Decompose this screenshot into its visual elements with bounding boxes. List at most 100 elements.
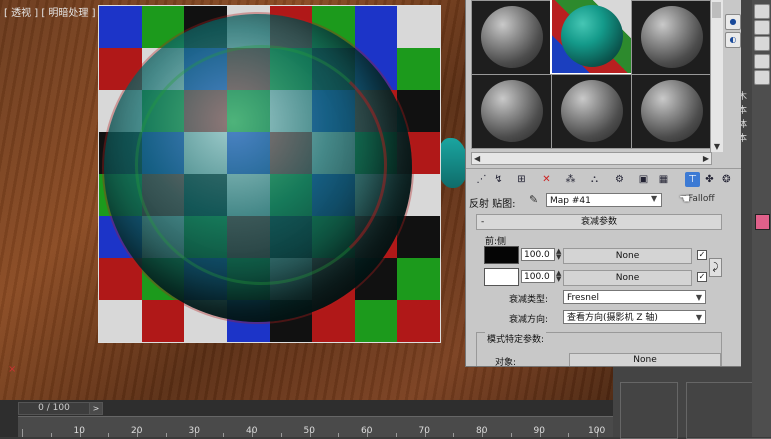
sample-type-icon[interactable]: ● [725, 14, 741, 30]
sphere-icon[interactable] [754, 4, 770, 19]
checker-cell [397, 216, 440, 258]
material-id-icon[interactable]: ▣ [636, 172, 651, 187]
side-color-swatch[interactable] [484, 268, 519, 286]
show-map-icon[interactable]: ▦ [656, 172, 671, 187]
front-amount-spinner[interactable]: 100.0 [521, 248, 555, 261]
mode-group-label: 模式特定参数: [485, 332, 547, 345]
put-to-library-icon[interactable]: ⚙ [612, 172, 627, 187]
map-channel-label: 反射 贴图: [469, 199, 516, 210]
slots-horizontal-scrollbar[interactable]: ◀ ▶ [471, 152, 712, 165]
reset-map-icon[interactable]: ✕ [539, 172, 554, 187]
rendered-sphere [104, 14, 412, 322]
show-end-result-icon[interactable]: ⊤ [685, 172, 700, 187]
checker-background-icon[interactable] [754, 36, 770, 51]
go-to-parent-icon[interactable]: ✤ [702, 172, 717, 187]
checker-cell [397, 300, 440, 342]
go-forward-icon[interactable]: ❂ [719, 172, 734, 187]
side-amount-spinner[interactable]: 100.0 [521, 270, 555, 283]
material-preview-sphere [641, 6, 703, 68]
spinner-arrows-icon[interactable]: ▲ ▼ [556, 248, 561, 261]
command-panel-box [620, 382, 678, 439]
ruler-label: 20 [131, 426, 143, 436]
swap-colors-icon[interactable]: ⤸ [709, 258, 722, 277]
front-map-button[interactable]: None [563, 248, 692, 264]
checker-cell [397, 258, 440, 300]
ruler-label: 30 [188, 426, 200, 436]
material-preview-sphere [561, 5, 623, 67]
falloff-direction-label: 衰减方向: [509, 315, 549, 325]
map-name-field[interactable]: Map #41 [546, 193, 662, 207]
backlight-icon[interactable]: ◐ [725, 32, 741, 48]
side-map-button[interactable]: None [563, 270, 692, 286]
axis-gizmo-icon: × [8, 364, 17, 375]
scroll-right-icon[interactable]: ▶ [703, 153, 709, 164]
spinner-arrows-icon[interactable]: ▲ ▼ [556, 270, 561, 283]
ruler-tick [280, 433, 282, 437]
viewport-label[interactable]: [ 透视 ] [ 明暗处理 ] [4, 4, 96, 19]
next-frame-button[interactable]: > [89, 402, 103, 415]
mode-object-button[interactable]: None [569, 353, 721, 366]
material-side-toolbar: ● ◐ [724, 0, 741, 170]
front-color-swatch[interactable] [484, 246, 519, 264]
checker-cell [397, 48, 440, 90]
falloff-parameters-rollout: - 衰减参数 前:侧 100.0 ▲ ▼ None ✓ 100.0 ▲ ▼ None… [471, 212, 725, 366]
ruler-tick [510, 433, 512, 437]
material-slot[interactable] [471, 0, 552, 75]
material-slot[interactable] [631, 74, 712, 149]
ruler-label: 40 [246, 426, 258, 436]
material-toolbar: ⋰ ↯ ⊞ ✕ ⁂ ⛬ ⚙ ▣ ▦ ⊤ ✤ ❂ [466, 168, 741, 191]
material-slot[interactable] [551, 74, 632, 149]
eyedropper-icon[interactable]: ✎ [529, 193, 538, 206]
checker-cell [397, 6, 440, 48]
make-unique-icon[interactable]: ⛬ [587, 172, 602, 187]
ruler-label: 80 [476, 426, 488, 436]
scene-object[interactable] [438, 138, 468, 188]
slots-vertical-scrollbar[interactable]: ▼ [710, 0, 723, 152]
ruler-tick [108, 433, 110, 437]
sample-slots: ▼ ◀ ▶ [466, 0, 741, 165]
make-copy-icon[interactable]: ⁂ [563, 172, 578, 187]
video-color-check-icon[interactable] [754, 70, 770, 85]
front-map-checkbox[interactable]: ✓ [697, 250, 707, 260]
frame-counter[interactable]: 0 / 100 [18, 402, 90, 415]
material-editor: ▼ ◀ ▶ ⋰ ↯ ⊞ ✕ ⁂ ⛬ ⚙ ▣ ▦ ⊤ ✤ ❂ 反射 贴图: ✎ M… [465, 0, 741, 367]
falloff-direction-select[interactable]: 查看方向(摄影机 Z 轴) ▼ [563, 310, 706, 324]
sample-type-icon[interactable] [754, 20, 770, 35]
material-preview-sphere [481, 6, 543, 68]
rollout-header[interactable]: - 衰减参数 [476, 214, 722, 230]
ruler-tick [338, 433, 340, 437]
scroll-down-icon[interactable]: ▼ [712, 142, 722, 152]
material-preview-sphere [481, 80, 543, 142]
material-slot-active[interactable] [550, 0, 633, 75]
put-to-scene-icon[interactable]: ↯ [491, 172, 506, 187]
ruler-tick [453, 433, 455, 437]
material-preview-sphere [641, 80, 703, 142]
ruler-label: 60 [361, 426, 373, 436]
ruler-label: 90 [533, 426, 545, 436]
ruler-tick [223, 433, 225, 437]
material-slot[interactable] [471, 74, 552, 149]
timeline[interactable]: 0 / 100 > 10 20 30 40 50 60 70 80 90 100 [0, 400, 613, 437]
ruler-tick [395, 433, 397, 437]
mode-specific-group: 模式特定参数: 对象: None [476, 332, 722, 366]
rollout-title: 衰减参数 [580, 217, 617, 227]
side-map-checkbox[interactable]: ✓ [697, 272, 707, 282]
chevron-down-icon[interactable]: ▼ [651, 194, 657, 203]
falloff-type-value: Fresnel [567, 293, 599, 303]
ruler-tick [165, 433, 167, 437]
object-color-swatch[interactable] [755, 214, 770, 230]
get-material-icon[interactable]: ⋰ [474, 172, 489, 187]
scroll-left-icon[interactable]: ◀ [474, 153, 480, 164]
time-ruler[interactable]: 10 20 30 40 50 60 70 80 90 100 [18, 416, 613, 437]
assign-material-icon[interactable]: ⊞ [514, 172, 529, 187]
chevron-down-icon: ▼ [695, 293, 702, 302]
scroll-thumb[interactable] [712, 2, 721, 18]
material-slot[interactable] [631, 0, 712, 75]
collapse-icon[interactable]: - [481, 215, 484, 229]
falloff-type-select[interactable]: Fresnel ▼ [563, 290, 706, 304]
checker-cell [354, 300, 398, 342]
backlight-icon[interactable] [754, 54, 770, 69]
hand-cursor-icon: ☚ [679, 192, 691, 207]
checker-cell [141, 300, 185, 342]
map-type-button[interactable]: Falloff [688, 194, 715, 204]
